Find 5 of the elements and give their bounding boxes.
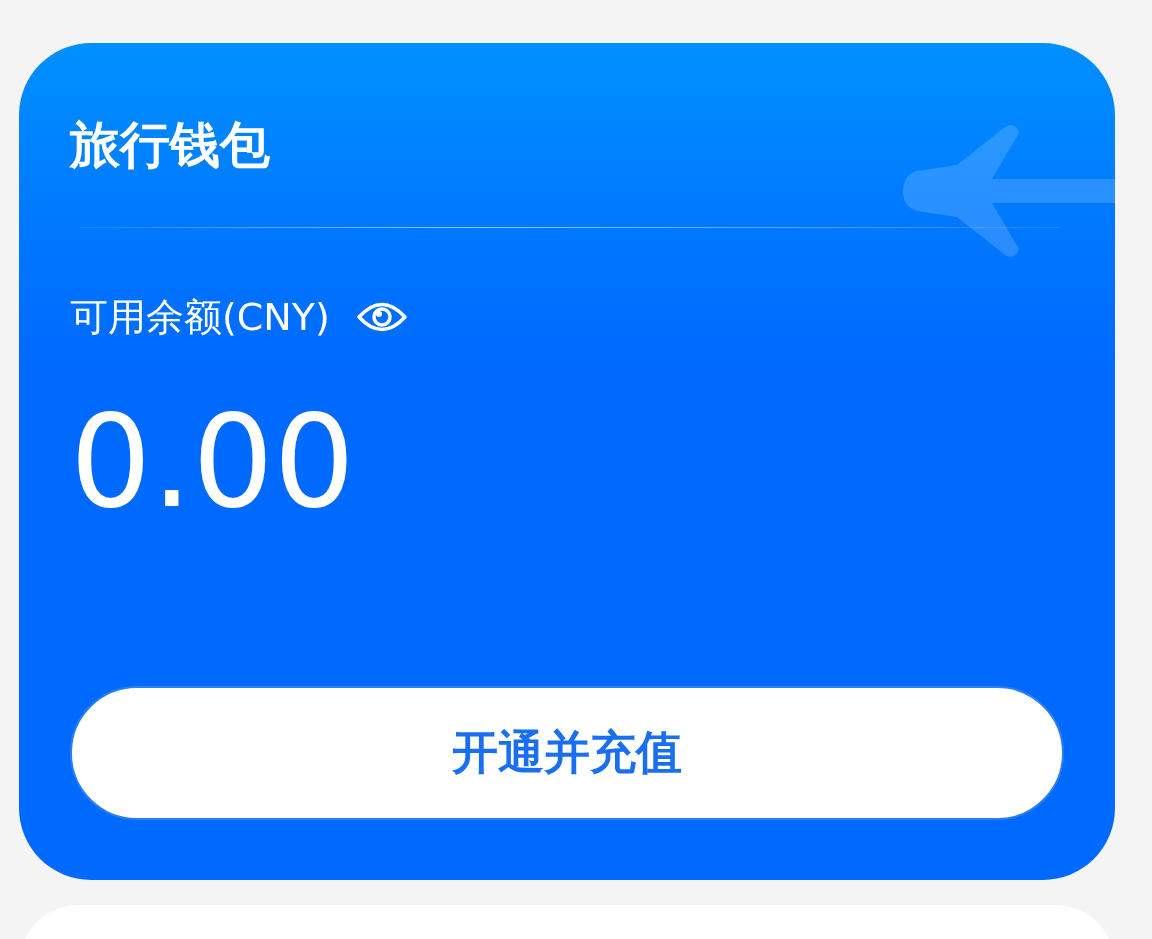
balance-amount: 0.00 — [70, 392, 356, 532]
card-title: 旅行钱包 — [70, 115, 271, 176]
eye-icon[interactable] — [355, 300, 408, 334]
balance-label: 可用余额(CNY) — [70, 294, 330, 341]
activate-recharge-button[interactable]: 开通并充值 — [70, 686, 1064, 820]
